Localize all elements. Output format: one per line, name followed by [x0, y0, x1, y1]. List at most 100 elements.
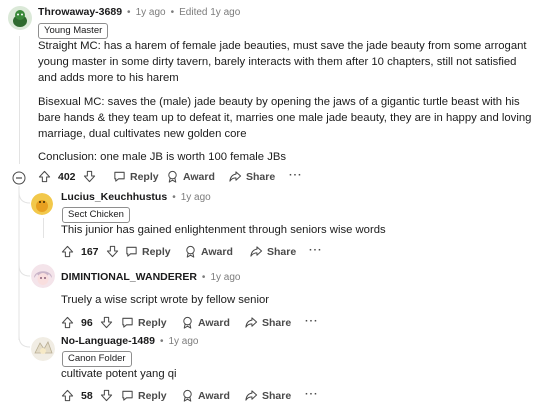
more-options-button[interactable]: ··· — [305, 388, 319, 400]
reply-text: Truely a wise script wrote by fellow sen… — [61, 294, 270, 306]
comment-header: No-Language-1489 • 1y ago — [61, 335, 198, 347]
reply-label: Reply — [130, 170, 159, 183]
award-button[interactable]: Award — [166, 170, 215, 183]
vote-count: 58 — [81, 389, 93, 402]
timestamp[interactable]: 1y ago — [168, 336, 198, 347]
upvote-button[interactable] — [61, 316, 74, 329]
upvote-icon — [61, 389, 74, 402]
share-button[interactable]: Share — [244, 389, 291, 402]
avatar[interactable] — [31, 337, 55, 361]
downvote-icon — [106, 245, 118, 258]
comment-header: Throwaway-3689 • 1y ago • Edited 1y ago — [38, 6, 240, 18]
award-icon — [168, 170, 177, 183]
more-options-icon: ··· — [305, 388, 319, 400]
vote-group: 402 — [38, 170, 96, 183]
vote-count: 402 — [58, 170, 76, 183]
reply-icon — [114, 171, 125, 182]
award-icon — [186, 245, 195, 258]
downvote-button[interactable] — [83, 170, 96, 183]
more-options-button[interactable]: ··· — [305, 315, 319, 327]
more-options-button[interactable]: ··· — [289, 169, 303, 181]
username[interactable]: DIMINTIONAL_WANDERER — [61, 271, 197, 283]
comment-header: DIMINTIONAL_WANDERER • 1y ago — [61, 271, 240, 283]
upvote-button[interactable] — [61, 389, 74, 402]
share-icon — [250, 246, 263, 257]
vote-group: 96 — [61, 316, 113, 329]
reply-label: Reply — [138, 389, 167, 402]
reply-text: cultivate potent yang qi — [61, 368, 177, 380]
more-options-icon: ··· — [289, 169, 303, 181]
award-label: Award — [201, 245, 233, 258]
reply-button[interactable]: Reply — [113, 170, 159, 183]
share-label: Share — [267, 245, 297, 258]
edited-label: Edited 1y ago — [179, 6, 241, 18]
reply-button[interactable]: Reply — [121, 316, 167, 329]
share-icon — [245, 390, 258, 401]
user-flair: Canon Folder — [62, 351, 132, 367]
user-flair: Young Master — [38, 23, 109, 39]
reply-icon — [122, 390, 133, 401]
more-options-button[interactable]: ··· — [309, 244, 323, 256]
award-label: Award — [183, 170, 215, 183]
avatar[interactable] — [31, 264, 55, 288]
upvote-icon — [38, 170, 51, 183]
separator: • — [159, 335, 164, 347]
avatar[interactable] — [31, 193, 53, 215]
share-button[interactable]: Share — [228, 170, 275, 183]
award-label: Award — [198, 389, 230, 402]
share-label: Share — [262, 389, 292, 402]
share-icon — [245, 317, 258, 328]
vote-count: 167 — [81, 245, 99, 258]
downvote-icon — [83, 170, 95, 183]
reply-icon — [122, 317, 133, 328]
reply-button[interactable]: Reply — [121, 389, 167, 402]
more-options-icon: ··· — [309, 244, 323, 256]
upvote-button[interactable] — [61, 245, 74, 258]
reply-label: Reply — [138, 316, 167, 329]
comment-header: Lucius_Keuchhustus • 1y ago — [61, 191, 211, 203]
timestamp[interactable]: 1y ago — [181, 192, 211, 203]
comment-paragraph-3: Conclusion: one male JB is worth 100 fem… — [38, 151, 287, 163]
downvote-button[interactable] — [100, 316, 113, 329]
separator: • — [127, 6, 131, 18]
upvote-button[interactable] — [38, 170, 51, 183]
share-button[interactable]: Share — [249, 245, 296, 258]
folded-paper-avatar-icon — [31, 337, 55, 361]
collapse-icon — [12, 171, 26, 184]
award-label: Award — [198, 316, 230, 329]
upvote-icon — [61, 316, 74, 329]
avatar[interactable] — [8, 6, 32, 30]
reply-label: Reply — [142, 245, 171, 258]
vote-group: 167 — [61, 245, 119, 258]
share-icon — [229, 171, 242, 182]
username[interactable]: Lucius_Keuchhustus — [61, 191, 167, 203]
downvote-button[interactable] — [100, 389, 113, 402]
award-button[interactable]: Award — [181, 389, 230, 402]
separator: • — [170, 6, 175, 18]
award-button[interactable]: Award — [181, 316, 230, 329]
username[interactable]: No-Language-1489 — [61, 335, 155, 347]
anime-avatar-icon — [31, 264, 55, 288]
share-label: Share — [246, 170, 276, 183]
share-button[interactable]: Share — [244, 316, 291, 329]
reply-text: This junior has gained enlightenment thr… — [61, 224, 386, 236]
comment-action-bar — [12, 170, 26, 185]
timestamp[interactable]: 1y ago — [210, 272, 240, 283]
award-button[interactable]: Award — [184, 245, 233, 258]
award-icon — [183, 389, 192, 402]
downvote-icon — [100, 316, 112, 329]
separator: • — [172, 191, 176, 203]
comment-paragraph-2: Bisexual MC: saves the (male) jade beaut… — [38, 96, 532, 140]
share-label: Share — [262, 316, 292, 329]
upvote-icon — [61, 245, 74, 258]
timestamp[interactable]: 1y ago — [136, 7, 166, 18]
user-flair: Sect Chicken — [62, 207, 130, 223]
award-icon — [183, 316, 192, 329]
reply-icon — [126, 246, 137, 257]
downvote-button[interactable] — [106, 245, 119, 258]
reply-button[interactable]: Reply — [125, 245, 171, 258]
more-options-icon: ··· — [305, 315, 319, 327]
collapse-thread-button[interactable] — [12, 171, 26, 185]
separator: • — [201, 271, 206, 283]
username[interactable]: Throwaway-3689 — [38, 6, 122, 18]
